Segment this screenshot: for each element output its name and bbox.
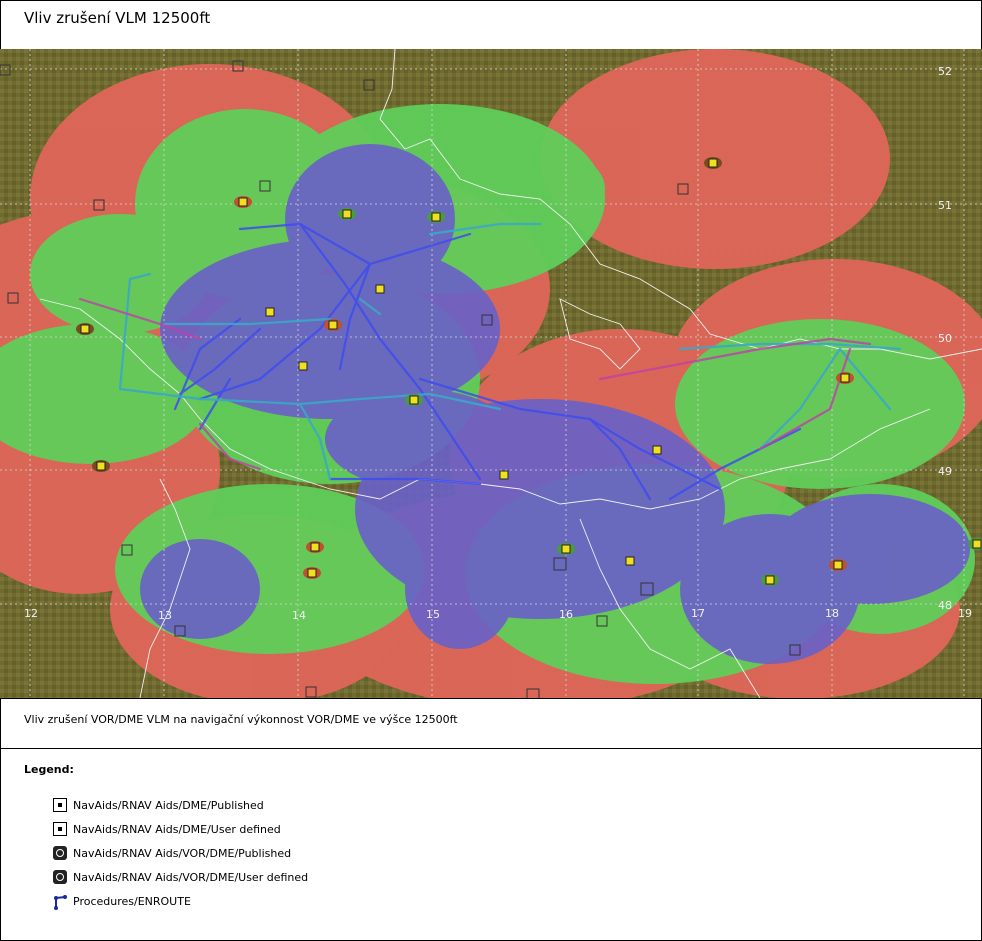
title-panel: Vliv zrušení VLM 12500ft [0,0,982,50]
enroute-procedure-icon [53,894,67,910]
dme-published-icon [53,798,67,812]
lon-label: 16 [559,608,573,621]
map-title: Vliv zrušení VLM 12500ft [24,9,211,27]
vordme-station-icon [405,394,423,406]
legend-item-label: NavAids/RNAV Aids/DME/Published [73,798,264,812]
dme-station-icon [652,445,662,455]
vordme-station-icon [234,196,252,208]
lat-label: 51 [938,199,952,212]
lat-label: 50 [938,332,952,345]
caption-panel: Vliv zrušení VOR/DME VLM na navigační vý… [0,698,982,749]
legend-item-label: NavAids/RNAV Aids/VOR/DME/User defined [73,870,309,884]
legend-item-dme-published: NavAids/RNAV Aids/DME/Published [53,797,264,813]
lon-label: 14 [292,609,306,622]
legend-item-dme-user: NavAids/RNAV Aids/DME/User defined [53,821,281,837]
lon-label: 12 [24,607,38,620]
coverage-map[interactable]: 12 13 14 15 16 17 18 19 52 51 50 49 48 [0,49,982,698]
map-canvas: 12 13 14 15 16 17 18 19 52 51 50 49 48 [0,49,982,698]
vordme-station-icon [761,574,779,586]
map-caption: Vliv zrušení VOR/DME VLM na navigační vý… [24,713,458,726]
vordme-station-icon [324,319,342,331]
legend-item-label: Procedures/ENROUTE [73,894,191,908]
vordme-station-icon [836,372,854,384]
vordme-station-icon [303,567,321,579]
legend-item-label: NavAids/RNAV Aids/DME/User defined [73,822,281,836]
lon-label: 18 [825,607,839,620]
legend-item-vordme-user: NavAids/RNAV Aids/VOR/DME/User defined [53,869,308,885]
vordme-published-icon [53,846,67,860]
legend-item-label: NavAids/RNAV Aids/VOR/DME/Published [73,846,292,860]
legend-panel: Legend: NavAids/RNAV Aids/DME/Published … [0,748,982,941]
dme-user-icon [53,822,67,836]
dme-station-icon [499,470,509,480]
lon-label: 19 [958,607,972,620]
legend-title: Legend: [24,763,74,776]
vordme-station-icon [306,541,324,553]
vordme-station-icon [704,157,722,169]
vordme-station-icon [76,323,94,335]
lat-label: 48 [938,599,952,612]
dme-station-icon [625,556,635,566]
lon-label: 17 [691,607,705,620]
vordme-station-icon [427,211,445,223]
vordme-user-icon [53,870,67,884]
vordme-station-icon [557,543,575,555]
legend-item-vordme-published: NavAids/RNAV Aids/VOR/DME/Published [53,845,291,861]
lat-label: 49 [938,465,952,478]
vordme-station-icon [92,460,110,472]
dme-station-icon [265,307,275,317]
lat-label: 52 [938,65,952,78]
dme-station-icon [375,284,385,294]
lon-label: 13 [158,609,172,622]
dme-station-icon [298,361,308,371]
vordme-station-icon [338,208,356,220]
lon-label: 15 [426,608,440,621]
vordme-station-icon [829,559,847,571]
legend-item-enroute: Procedures/ENROUTE [53,893,191,910]
